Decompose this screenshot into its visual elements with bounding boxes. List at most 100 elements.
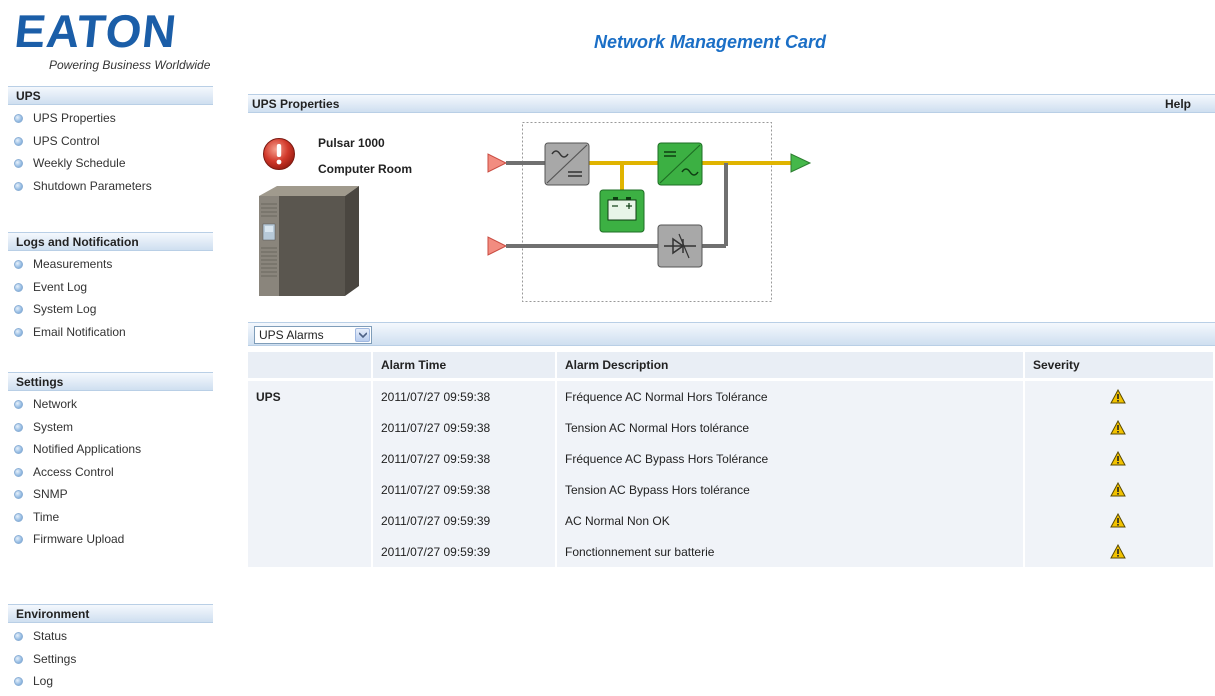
bullet-icon — [14, 654, 23, 664]
sidebar-item-label: Time — [33, 509, 60, 524]
chevron-down-icon[interactable] — [355, 328, 370, 342]
sidebar-item-label: Status — [33, 629, 68, 643]
alarm-object — [248, 505, 373, 536]
sidebar-item-label: UPS Control — [33, 133, 100, 148]
sidebar-item-label: Firmware Upload — [33, 532, 125, 546]
alarm-severity — [1025, 474, 1215, 505]
sidebar-item-label: Access Control — [33, 464, 114, 479]
sidebar-item-access-control[interactable]: Access Control — [8, 462, 213, 485]
sidebar-item-label: Email Notification — [33, 324, 126, 339]
sidebar-item-label: Weekly Schedule — [33, 156, 126, 170]
bullet-icon — [14, 445, 23, 454]
alarm-time: 2011/07/27 09:59:38 — [373, 412, 557, 443]
sidebar-item-label: SNMP — [33, 487, 68, 501]
column-header-severity: Severity — [1025, 352, 1215, 381]
alarm-description: Fonctionnement sur batterie — [557, 536, 1025, 567]
sidebar-item-label: Shutdown Parameters — [33, 178, 152, 193]
help-link[interactable]: Help — [1165, 97, 1191, 111]
bullet-icon — [14, 512, 23, 522]
panel-header-bar: UPS Properties Help — [248, 94, 1215, 113]
alarm-object: UPS — [248, 381, 373, 412]
sidebar-heading: Settings — [8, 372, 213, 391]
sidebar-item-env-settings[interactable]: Settings — [8, 649, 213, 672]
bullet-icon — [14, 490, 23, 499]
sidebar-item-shutdown-parameters[interactable]: Shutdown Parameters — [8, 176, 213, 199]
alarm-description: Fréquence AC Bypass Hors Tolérance — [557, 443, 1025, 474]
ups-device-image — [259, 186, 359, 296]
sidebar-item-ups-control[interactable]: UPS Control — [8, 131, 213, 154]
alarm-time: 2011/07/27 09:59:39 — [373, 505, 557, 536]
bullet-icon — [14, 305, 23, 314]
sidebar-item-label: Settings — [33, 651, 77, 666]
sidebar-heading: Logs and Notification — [8, 232, 213, 251]
table-row: 2011/07/27 09:59:38 Fréquence AC Bypass … — [248, 443, 1215, 474]
table-row: 2011/07/27 09:59:39 Fonctionnement sur b… — [248, 536, 1215, 567]
bullet-icon — [14, 282, 23, 292]
sidebar-section-logs: Logs and Notification Measurements Event… — [8, 232, 213, 344]
sidebar-item-firmware-upload[interactable]: Firmware Upload — [8, 529, 213, 552]
alarm-description: Tension AC Normal Hors tolérance — [557, 412, 1025, 443]
alarm-time: 2011/07/27 09:59:39 — [373, 536, 557, 567]
warning-icon — [1110, 420, 1126, 435]
sidebar-section-environment: Environment Status Settings Log — [8, 604, 213, 694]
sidebar-item-ups-properties[interactable]: UPS Properties — [8, 108, 213, 131]
sidebar-item-weekly-schedule[interactable]: Weekly Schedule — [8, 153, 213, 176]
bullet-icon — [14, 632, 23, 641]
ups-flow-diagram — [487, 122, 812, 302]
bullet-icon — [14, 181, 23, 191]
sidebar-item-label: Network — [33, 397, 78, 411]
panel-title: UPS Properties — [252, 97, 340, 111]
sidebar-item-system[interactable]: System — [8, 417, 213, 440]
ups-location: Computer Room — [318, 162, 412, 176]
ups-model-name: Pulsar 1000 — [318, 136, 385, 150]
bullet-icon — [14, 400, 23, 409]
alarm-filter-select[interactable]: UPS Alarms — [254, 326, 372, 344]
table-row: 2011/07/27 09:59:38 Tension AC Normal Ho… — [248, 412, 1215, 443]
page-title: Network Management Card — [594, 32, 827, 52]
alarm-object — [248, 443, 373, 474]
bullet-icon — [14, 535, 23, 544]
bullet-icon — [14, 467, 23, 477]
sidebar-item-label: System — [33, 419, 74, 434]
bullet-icon — [14, 260, 23, 269]
eaton-logo: EATON Powering Business Worldwide — [12, 5, 215, 74]
column-header-alarm-time: Alarm Time — [373, 352, 557, 381]
bullet-icon — [14, 422, 23, 432]
sidebar-item-email-notification[interactable]: Email Notification — [8, 322, 213, 345]
sidebar-item-env-status[interactable]: Status — [8, 626, 213, 649]
table-row: 2011/07/27 09:59:39 AC Normal Non OK — [248, 505, 1215, 536]
sidebar-item-system-log[interactable]: System Log — [8, 299, 213, 322]
sidebar-item-label: Measurements — [33, 257, 113, 271]
sidebar-item-label: Event Log — [33, 279, 88, 294]
logo-wordmark: EATON — [12, 5, 180, 57]
alarm-filter-bar: UPS Alarms — [248, 322, 1215, 346]
column-header-alarm-description: Alarm Description — [557, 352, 1025, 381]
sidebar-item-label: Notified Applications — [33, 442, 142, 456]
alarm-severity — [1025, 505, 1215, 536]
alarm-filter-value: UPS Alarms — [259, 328, 324, 342]
alarm-severity — [1025, 536, 1215, 567]
sidebar-item-event-log[interactable]: Event Log — [8, 277, 213, 300]
sidebar-item-label: System Log — [33, 302, 97, 316]
warning-icon — [1110, 451, 1126, 466]
bullet-icon — [14, 677, 23, 686]
table-row: UPS 2011/07/27 09:59:38 Fréquence AC Nor… — [248, 381, 1215, 412]
warning-icon — [1110, 544, 1126, 559]
table-row: 2011/07/27 09:59:38 Tension AC Bypass Ho… — [248, 474, 1215, 505]
alarm-table: Alarm Time Alarm Description Severity UP… — [248, 352, 1215, 567]
warning-icon — [1110, 482, 1126, 497]
alarm-description: Fréquence AC Normal Hors Tolérance — [557, 381, 1025, 412]
alarm-time: 2011/07/27 09:59:38 — [373, 443, 557, 474]
bullet-icon — [14, 159, 23, 168]
sidebar-item-time[interactable]: Time — [8, 507, 213, 530]
alarm-object — [248, 536, 373, 567]
sidebar-item-snmp[interactable]: SNMP — [8, 484, 213, 507]
alarm-severity — [1025, 381, 1215, 412]
sidebar-item-network[interactable]: Network — [8, 394, 213, 417]
sidebar-item-notified-applications[interactable]: Notified Applications — [8, 439, 213, 462]
sidebar-heading: Environment — [8, 604, 213, 623]
sidebar-item-measurements[interactable]: Measurements — [8, 254, 213, 277]
alarm-object — [248, 474, 373, 505]
alarm-description: Tension AC Bypass Hors tolérance — [557, 474, 1025, 505]
sidebar-item-env-log[interactable]: Log — [8, 671, 213, 694]
